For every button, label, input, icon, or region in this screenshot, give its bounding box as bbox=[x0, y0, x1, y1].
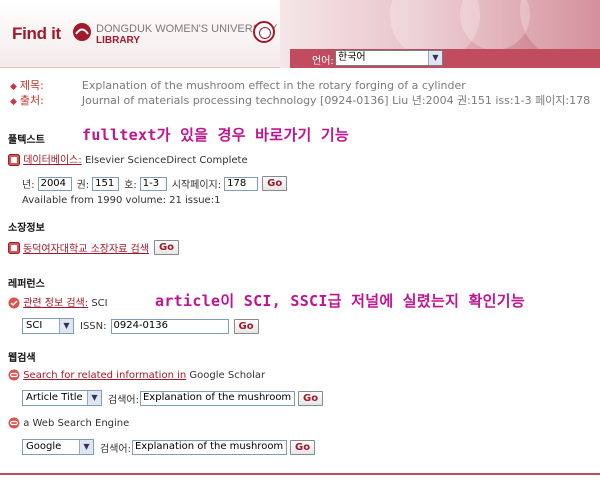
scholar-form: Article Title ▼ 검색어: Explanation of the … bbox=[22, 390, 324, 406]
chevron-down-icon: ▼ bbox=[79, 440, 93, 454]
diamond-icon: ◆ bbox=[10, 82, 17, 92]
link-icon bbox=[8, 369, 20, 381]
engine-row: a Web Search Engine bbox=[8, 417, 129, 429]
scholar-link[interactable]: Search for related information in bbox=[23, 370, 186, 381]
citation-title: ◆ 제목: Explanation of the mushroom effect i… bbox=[10, 79, 466, 92]
holdings-row: 동덕여자대학교 소장자료 검색 Go bbox=[8, 240, 180, 255]
diamond-icon: ◆ bbox=[10, 97, 17, 107]
fulltext-form: 년: 2004 권: 151 호: 1-3 시작페이지: 178 Go bbox=[22, 176, 288, 191]
check-icon bbox=[8, 297, 20, 309]
related-info-link[interactable]: 관련 정보 검색: bbox=[23, 298, 88, 309]
year-label: 년: bbox=[22, 180, 35, 191]
volume-label: 권: bbox=[76, 180, 90, 191]
reference-form: SCI ▼ ISSN: 0924-0136 Go bbox=[22, 318, 259, 334]
reference-go-button[interactable]: Go bbox=[233, 318, 259, 334]
header: Find it DONGDUK WOMEN'S UNIVERSITY LIBRA… bbox=[0, 0, 600, 68]
citation-source: ◆ 출처: Journal of materials processing tech… bbox=[10, 94, 591, 107]
database-name: Elsevier ScienceDirect Complete bbox=[84, 155, 248, 166]
scholar-name: Google Scholar bbox=[189, 370, 266, 381]
university-seal-icon bbox=[253, 21, 275, 43]
availability-text: Available from 1990 volume: 21 issue:1 bbox=[22, 195, 221, 206]
library-icon bbox=[8, 241, 20, 254]
section-title-websearch: 웹검색 bbox=[8, 353, 36, 364]
start-page-label: 시작페이지: bbox=[171, 180, 222, 191]
fulltext-go-button[interactable]: Go bbox=[262, 176, 288, 191]
chevron-down-icon: ▼ bbox=[59, 319, 73, 333]
engine-search-input[interactable]: Explanation of the mushroom effec bbox=[131, 439, 287, 455]
library-name: DONGDUK WOMEN'S UNIVERSITY LIBRARY bbox=[96, 23, 278, 46]
scholar-field-select[interactable]: Article Title ▼ bbox=[22, 390, 102, 406]
language-label: 언어: bbox=[312, 56, 334, 67]
related-info-type: SCI bbox=[91, 298, 108, 309]
engine-search-label: 검색어: bbox=[100, 443, 131, 455]
reference-row: 관련 정보 검색: SCI bbox=[8, 294, 108, 309]
annotation-reference: article이 SCI, SSCI급 저널에 실렸는지 확인기능 bbox=[155, 292, 525, 310]
start-page-input[interactable]: 178 bbox=[224, 176, 259, 191]
scholar-go-button[interactable]: Go bbox=[297, 390, 324, 406]
issn-label: ISSN: bbox=[80, 320, 107, 332]
chevron-down-icon: ▼ bbox=[428, 51, 442, 65]
language-select[interactable]: 한국어 ▼ bbox=[335, 50, 443, 66]
section-title-holdings: 소장정보 bbox=[8, 223, 45, 234]
holdings-link[interactable]: 동덕여자대학교 소장자료 검색 bbox=[23, 240, 149, 255]
chevron-down-icon: ▼ bbox=[87, 391, 101, 405]
database-link[interactable]: 데이터베이스: bbox=[23, 155, 82, 166]
engine-text: a Web Search Engine bbox=[23, 418, 130, 429]
link-icon bbox=[8, 417, 20, 429]
holdings-go-button[interactable]: Go bbox=[153, 240, 180, 255]
findit-logo: Find it bbox=[12, 24, 61, 43]
engine-form: Google ▼ 검색어: Explanation of the mushroo… bbox=[22, 439, 316, 455]
issue-label: 호: bbox=[124, 180, 137, 191]
database-icon bbox=[8, 154, 20, 166]
volume-input[interactable]: 151 bbox=[92, 176, 120, 191]
engine-select[interactable]: Google ▼ bbox=[22, 439, 94, 455]
scholar-row: Search for related information in Google… bbox=[8, 369, 265, 381]
year-input[interactable]: 2004 bbox=[37, 176, 72, 191]
engine-go-button[interactable]: Go bbox=[289, 439, 316, 455]
footer-divider bbox=[0, 473, 600, 475]
issue-input[interactable]: 1-3 bbox=[139, 176, 167, 191]
fulltext-db-row: 데이터베이스: Elsevier ScienceDirect Complete bbox=[8, 151, 248, 166]
section-title-fulltext: 풀텍스트 bbox=[8, 135, 45, 146]
scholar-search-input[interactable]: Explanation of the mushroom effec bbox=[139, 390, 295, 406]
scholar-search-label: 검색어: bbox=[108, 394, 139, 406]
annotation-fulltext: fulltext가 있을 경우 바로가기 기능 bbox=[82, 126, 350, 144]
issn-input[interactable]: 0924-0136 bbox=[110, 318, 229, 334]
section-title-reference: 레퍼런스 bbox=[8, 279, 45, 290]
university-logo-icon bbox=[73, 23, 91, 41]
index-select[interactable]: SCI ▼ bbox=[22, 318, 74, 334]
